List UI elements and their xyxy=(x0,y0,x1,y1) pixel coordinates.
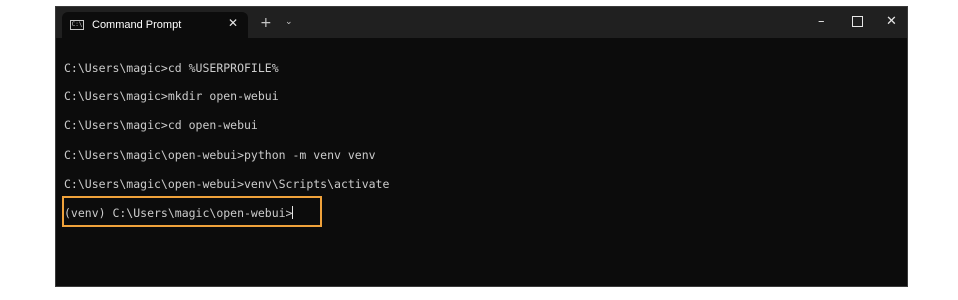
close-window-button[interactable]: ✕ xyxy=(886,14,897,29)
tab-label: Command Prompt xyxy=(92,19,182,31)
title-bar: C:\ Command Prompt ✕ + ⌄ – ✕ xyxy=(56,7,907,38)
terminal-line: C:\Users\magic>cd open-webui xyxy=(64,118,258,132)
new-tab-button[interactable]: + xyxy=(260,15,272,31)
terminal-line: C:\Users\magic>cd %USERPROFILE% xyxy=(64,61,279,75)
terminal-icon: C:\ xyxy=(70,20,84,30)
maximize-button[interactable] xyxy=(852,16,863,27)
highlight-box xyxy=(62,196,322,227)
minimize-button[interactable]: – xyxy=(818,14,825,29)
terminal-line: C:\Users\magic>mkdir open-webui xyxy=(64,89,279,103)
terminal-line: C:\Users\magic\open-webui>venv\Scripts\a… xyxy=(64,177,390,191)
chevron-down-icon[interactable]: ⌄ xyxy=(285,17,293,27)
close-tab-icon[interactable]: ✕ xyxy=(228,16,238,30)
tab-command-prompt[interactable]: C:\ Command Prompt ✕ xyxy=(62,12,248,38)
terminal-line: C:\Users\magic\open-webui>python -m venv… xyxy=(64,148,376,162)
terminal-output[interactable]: C:\Users\magic>cd %USERPROFILE% C:\Users… xyxy=(56,38,907,286)
terminal-window: C:\ Command Prompt ✕ + ⌄ – ✕ C:\Users\ma… xyxy=(55,6,908,287)
